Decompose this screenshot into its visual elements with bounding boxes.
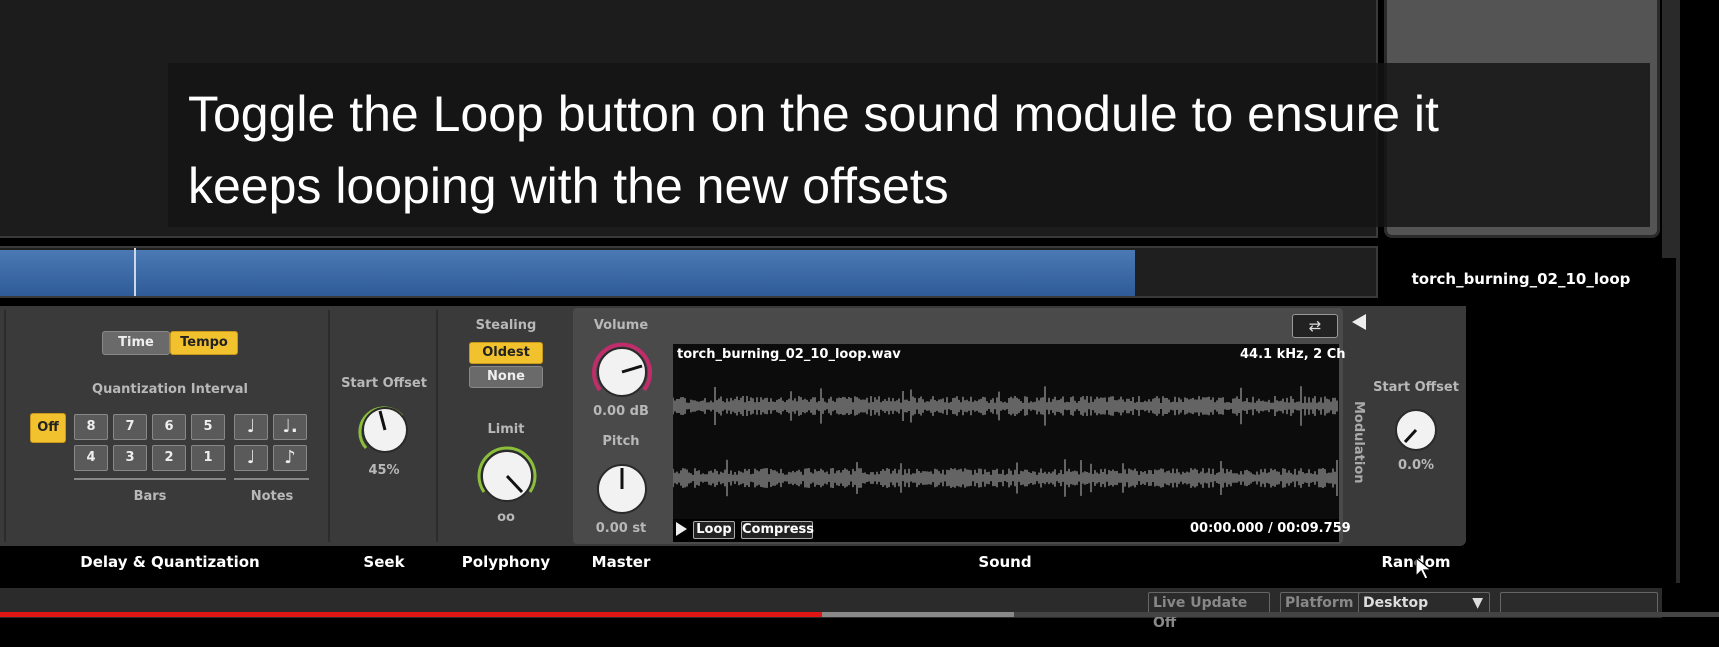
waveform-channels: [673, 386, 1338, 497]
bar-1-button[interactable]: 1: [191, 445, 225, 471]
waveform-path: [673, 386, 1338, 426]
quantization-off-button[interactable]: Off: [30, 413, 66, 443]
caption-line-1: Toggle the Loop button on the sound modu…: [188, 86, 1439, 142]
timeline-region[interactable]: [0, 250, 1135, 296]
sound-format: 44.1 kHz, 2 Ch: [1240, 347, 1346, 362]
section-seek: Seek: [363, 553, 405, 571]
limit-value: oo: [497, 510, 515, 525]
notes-grid: ♩ ♩. ♩ ♪: [234, 414, 307, 471]
random-start-offset-knob[interactable]: [1392, 406, 1440, 454]
platform-label: Platform: [1280, 592, 1360, 614]
notes-bracket: [234, 478, 309, 480]
bars-bracket: [74, 478, 226, 480]
section-sound: Sound: [978, 553, 1032, 571]
divider: [328, 310, 330, 542]
notes-label: Notes: [250, 489, 294, 504]
section-delay-quantization: Delay & Quantization: [80, 553, 260, 571]
collapse-arrow-icon[interactable]: [1352, 314, 1366, 330]
bar-7-button[interactable]: 7: [113, 414, 147, 440]
seek-start-offset-label: Start Offset: [341, 376, 427, 391]
platform-select[interactable]: Desktop ▼: [1358, 592, 1490, 614]
compress-button[interactable]: Compress: [741, 521, 814, 539]
stealing-label: Stealing: [475, 318, 537, 333]
bar-8-button[interactable]: 8: [74, 414, 108, 440]
search-field[interactable]: [1500, 592, 1658, 614]
tempo-mode-button[interactable]: Tempo: [170, 331, 238, 355]
quarter-note-button[interactable]: ♩: [234, 445, 268, 471]
pitch-knob[interactable]: [591, 458, 653, 520]
volume-value: 0.00 dB: [593, 404, 649, 419]
platform-value: Desktop: [1363, 595, 1429, 611]
video-progress-track[interactable]: [1014, 612, 1719, 617]
video-progress-buffered: [822, 612, 1014, 617]
section-master: Master: [591, 553, 651, 571]
loop-button[interactable]: Loop: [693, 521, 735, 539]
modulation-tab[interactable]: Modulation: [1346, 392, 1366, 492]
pitch-value: 0.00 st: [595, 521, 647, 536]
bars-grid: 8 7 6 5 4 3 2 1: [74, 414, 225, 471]
waveform-path: [673, 459, 1338, 497]
bar-5-button[interactable]: 5: [191, 414, 225, 440]
divider: [4, 310, 6, 542]
dotted-quarter-note-button[interactable]: ♩.: [273, 414, 307, 440]
stealing-none-button[interactable]: None: [469, 366, 543, 388]
timeline-playhead[interactable]: [134, 248, 136, 296]
volume-label: Volume: [593, 318, 649, 333]
random-start-offset-value: 0.0%: [1397, 458, 1435, 473]
seek-start-offset-value: 45%: [368, 463, 400, 478]
bar-4-button[interactable]: 4: [74, 445, 108, 471]
bars-label: Bars: [133, 489, 167, 504]
section-polyphony: Polyphony: [461, 553, 551, 571]
play-icon[interactable]: [676, 522, 687, 536]
loop-toggle-icon[interactable]: ⇄: [1292, 314, 1338, 338]
volume-knob[interactable]: [586, 336, 658, 408]
mouse-cursor-icon: [1415, 556, 1433, 580]
waveform-channel-2: [673, 459, 1338, 497]
random-start-offset-label: Start Offset: [1373, 380, 1459, 395]
divider: [436, 310, 438, 542]
caption-line-2: keeps looping with the new offsets: [188, 158, 949, 214]
bar-2-button[interactable]: 2: [152, 445, 186, 471]
playback-time: 00:00.000 / 00:09.759: [1190, 521, 1351, 536]
quantization-interval-label: Quantization Interval: [92, 382, 248, 397]
right-edge: [1680, 0, 1719, 647]
live-update-toggle[interactable]: Live Update Off: [1148, 592, 1270, 631]
waveform-channel-1: [673, 386, 1338, 426]
seek-start-offset-knob[interactable]: [350, 400, 420, 460]
bar-3-button[interactable]: 3: [113, 445, 147, 471]
time-mode-button[interactable]: Time: [102, 331, 170, 355]
stealing-oldest-button[interactable]: Oldest: [469, 342, 543, 364]
limit-label: Limit: [487, 422, 525, 437]
video-progress-played[interactable]: [0, 612, 822, 617]
eighth-note-button[interactable]: ♪: [273, 445, 307, 471]
quarter-note-button[interactable]: ♩: [234, 414, 268, 440]
bar-6-button[interactable]: 6: [152, 414, 186, 440]
sound-name: torch_burning_02_10_loop: [1411, 270, 1631, 288]
limit-knob[interactable]: [470, 440, 544, 510]
pitch-label: Pitch: [602, 434, 640, 449]
caption-text: Toggle the Loop button on the sound modu…: [188, 78, 1628, 222]
sound-filename: torch_burning_02_10_loop.wav: [677, 347, 901, 362]
chevron-down-icon: ▼: [1472, 595, 1483, 611]
